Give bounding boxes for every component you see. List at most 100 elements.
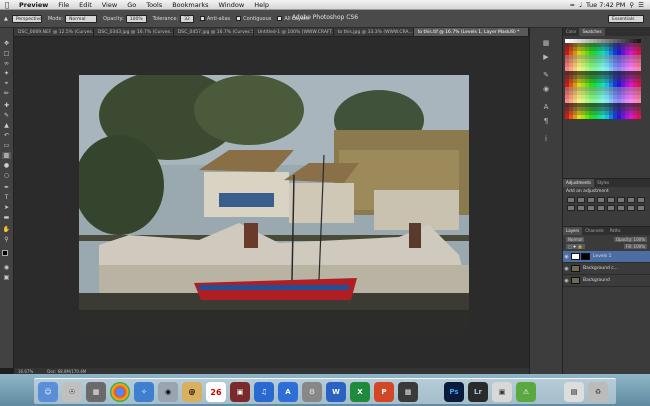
hand-tool-icon[interactable]: ✋ [2,226,11,233]
tab-doc-5[interactable]: to this.jpg @ 33.3% (WWW.CRA... [334,28,414,36]
invert-icon[interactable] [597,205,605,211]
photoshop-icon[interactable]: Ps [444,382,464,402]
lightroom-icon[interactable]: Lr [468,382,488,402]
channel-mixer-icon[interactable] [577,205,585,211]
shape-tool-icon[interactable]: ▬ [2,214,11,221]
healing-tool-icon[interactable]: ✚ [2,102,11,109]
swatches-grid[interactable] [565,39,648,119]
launchpad-icon[interactable]: ☉ [62,382,82,402]
trash-icon[interactable]: ♻ [588,382,608,402]
chrome-icon[interactable] [110,382,130,402]
curves-icon[interactable] [587,197,595,203]
blur-tool-icon[interactable]: ● [2,162,11,169]
levels-icon[interactable] [577,197,585,203]
tab-doc-4[interactable]: Untitled-1 @ 100% (WWW.CRAFT... [254,28,334,36]
clone-source-panel-icon[interactable]: ◉ [539,84,553,94]
actions-panel-icon[interactable]: ▶ [539,52,553,62]
finder-icon[interactable]: ☺ [38,382,58,402]
photo-filter-icon[interactable] [567,205,575,211]
preset-select[interactable]: Perspective [11,14,42,23]
brightness-contrast-icon[interactable] [567,197,575,203]
wifi-icon[interactable]: ≈ [570,1,575,9]
layer-row[interactable]: ◉ Levels 1 [563,251,650,263]
word-icon[interactable]: W [326,382,346,402]
spotlight-icon[interactable]: ⚲ [629,1,634,9]
screen-mode-icon[interactable]: ▣ [2,274,11,281]
layer-name[interactable]: Background c... [583,266,618,271]
character-panel-icon[interactable]: A [539,102,553,112]
visibility-eye-icon[interactable]: ◉ [563,266,570,272]
threshold-icon[interactable] [617,205,625,211]
swatch[interactable] [637,115,641,119]
tolerance-field[interactable]: 32 [180,14,194,23]
gradient-map-icon[interactable] [627,205,635,211]
quick-select-tool-icon[interactable]: ✦ [2,70,11,77]
evernote-icon[interactable]: ⚠ [516,382,536,402]
notification-icon[interactable]: ☰ [638,1,644,9]
path-select-tool-icon[interactable]: ➤ [2,204,11,211]
layer-mask-thumbnail[interactable] [581,253,590,260]
calendar-icon[interactable]: 26 [206,382,226,402]
dodge-tool-icon[interactable]: ○ [2,172,11,179]
opacity-field[interactable]: 100% [125,14,147,23]
menu-window[interactable]: Window [214,1,250,9]
zoom-tool-icon[interactable]: ⚲ [2,236,11,243]
tab-color[interactable]: Color [563,28,579,36]
layer-name[interactable]: Background [583,278,610,283]
safari-icon[interactable]: ✧ [134,382,154,402]
tab-doc-6[interactable]: to this.tif @ 16.7% (Levels 1, Layer Mas… [413,28,529,36]
mission-control-icon[interactable]: ▦ [86,382,106,402]
tab-doc-1[interactable]: DSC_0009.NEF @ 12.5% (Curves... [14,28,94,36]
preview-icon[interactable]: ▣ [492,382,512,402]
anti-alias-checkbox[interactable] [199,16,205,21]
eraser-tool-icon[interactable]: ▭ [2,142,11,149]
document-canvas[interactable] [79,75,469,334]
exposure-icon[interactable] [597,197,605,203]
color-balance-icon[interactable] [627,197,635,203]
menu-app[interactable]: Preview [14,1,53,9]
tab-adjustments[interactable]: Adjustments [563,179,595,187]
color-lookup-icon[interactable] [587,205,595,211]
address-book-icon[interactable]: @ [182,382,202,402]
workspace-select[interactable]: Essentials [608,14,644,23]
vibrance-icon[interactable] [607,197,615,203]
lasso-tool-icon[interactable]: ∞ [2,60,11,67]
tab-styles[interactable]: Styles [594,179,612,187]
blend-mode-select[interactable]: Normal [566,237,585,242]
hue-saturation-icon[interactable] [617,197,625,203]
gradient-tool-icon[interactable]: ▩ [2,152,11,159]
brush-tool-icon[interactable]: ✎ [2,112,11,119]
tab-doc-3[interactable]: DSC_0457.jpg @ 16.7% (Curves 5... [174,28,254,36]
itunes-icon[interactable]: ♫ [254,382,274,402]
excel-icon[interactable]: X [350,382,370,402]
tab-doc-2[interactable]: DSC_0343.jpg @ 16.7% (Curves... [94,28,174,36]
layer-name[interactable]: Levels 1 [593,254,612,259]
clock[interactable]: Tue 7:42 PM [586,1,625,9]
layer-row[interactable]: ◉ Background [563,275,650,287]
contiguous-checkbox[interactable] [236,16,242,21]
menu-help[interactable]: Help [249,1,274,9]
crop-tool-icon[interactable]: ⌖ [2,80,11,87]
layer-row[interactable]: ◉ Background c... [563,263,650,275]
type-tool-icon[interactable]: T [2,194,11,201]
selective-color-icon[interactable] [637,205,645,211]
brush-panel-icon[interactable]: ✎ [539,70,553,80]
info-panel-icon[interactable]: i [539,134,553,144]
app-store-icon[interactable]: A [278,382,298,402]
tab-swatches[interactable]: Swatches [579,28,605,36]
visibility-eye-icon[interactable]: ◉ [563,278,570,284]
quick-mask-icon[interactable]: ◉ [2,264,11,271]
utility-app-icon[interactable]: ▩ [398,382,418,402]
layer-fill-field[interactable]: Fill: 100% [623,244,647,249]
photo-booth-icon[interactable]: ◉ [158,382,178,402]
foreground-color-swatch[interactable] [2,250,8,256]
menu-bookmarks[interactable]: Bookmarks [167,1,213,9]
pen-tool-icon[interactable]: ✒ [2,184,11,191]
apple-icon[interactable]:  [0,1,14,9]
lock-icons[interactable]: □ ✚ 🔒 [566,244,585,249]
black-white-icon[interactable] [637,197,645,203]
menu-view[interactable]: View [97,1,122,9]
menu-go[interactable]: Go [122,1,141,9]
tab-layers[interactable]: Layers [563,227,583,235]
visibility-eye-icon[interactable]: ◉ [563,254,570,260]
